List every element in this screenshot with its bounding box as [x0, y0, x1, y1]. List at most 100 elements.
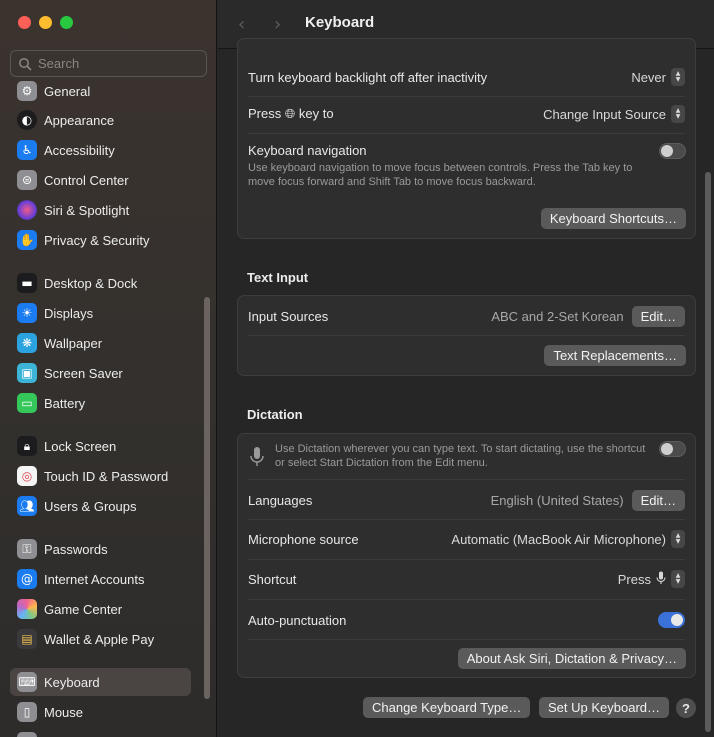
sun-icon: ☀ — [17, 303, 37, 323]
chevron-updown-icon: ▲ ▼ — [671, 105, 685, 123]
game-center-icon — [17, 599, 37, 619]
chevron-updown-icon: ▲ ▼ — [671, 530, 685, 548]
sidebar-item-label: Accessibility — [44, 142, 115, 158]
sidebar-item-battery[interactable]: ▭ Battery — [10, 389, 191, 417]
sidebar-item-label: Touch ID & Password — [44, 468, 169, 484]
sidebar-item-wallet-apple-pay[interactable]: ▤ Wallet & Apple Pay — [10, 625, 191, 653]
auto-punctuation-row: Auto-punctuation — [248, 609, 685, 631]
about-dictation-privacy-button[interactable]: About Ask Siri, Dictation & Privacy… — [457, 648, 686, 669]
forward-button[interactable]: › — [274, 14, 281, 35]
sidebar-item-label: Users & Groups — [44, 498, 137, 514]
sidebar-item-control-center[interactable]: ⊜ Control Center — [10, 166, 191, 194]
zoom-window-button[interactable] — [60, 16, 73, 29]
sidebar-item-label: Lock Screen — [44, 438, 117, 454]
keyboard-navigation-row: Keyboard navigation Use keyboard navigat… — [248, 143, 658, 189]
languages-edit-button[interactable]: Edit… — [631, 489, 685, 511]
dictation-toggle[interactable] — [659, 441, 686, 457]
dictation-section-title: Dictation — [247, 407, 303, 422]
wallpaper-icon: ❋ — [17, 333, 37, 353]
languages-value: English (United States) — [490, 492, 624, 508]
sidebar-item-label: Battery — [44, 395, 86, 411]
sidebar-item-label: General — [44, 83, 91, 99]
sidebar-item-privacy-security[interactable]: ✋ Privacy & Security — [10, 226, 191, 254]
change-keyboard-type-button[interactable]: Change Keyboard Type… — [363, 697, 531, 718]
system-settings-window: ⚙ General ◐ Appearance ♿ Accessibility ⊜… — [0, 0, 714, 737]
keyboard-navigation-toggle[interactable] — [659, 143, 686, 159]
sidebar-item-users-groups[interactable]: 👥︎ Users & Groups — [10, 492, 191, 520]
sidebar-item-wallpaper[interactable]: ❋ Wallpaper — [10, 329, 191, 357]
window-controls — [18, 16, 73, 29]
sidebar-item-touch-id-password[interactable]: ◎ Touch ID & Password — [10, 462, 191, 490]
backlight-row: Turn keyboard backlight off after inacti… — [248, 67, 685, 87]
search-input[interactable] — [38, 56, 198, 71]
sidebar-item-label: Siri & Spotlight — [44, 202, 130, 218]
sidebar-item-label: Passwords — [44, 541, 108, 557]
lock-icon: 🔒︎ — [17, 436, 37, 456]
sidebar-item-desktop-dock[interactable]: ▬ Desktop & Dock — [10, 269, 191, 297]
press-key-popup[interactable]: Change Input Source ▲ ▼ — [543, 105, 685, 123]
shortcut-popup[interactable]: Press ▲ ▼ — [618, 570, 685, 588]
screen-saver-icon: ▣ — [17, 363, 37, 383]
sidebar-item-label: Game Center — [44, 601, 123, 617]
sidebar-item-label: Desktop & Dock — [44, 275, 138, 291]
sidebar-item-internet-accounts[interactable]: @ Internet Accounts — [10, 565, 191, 593]
siri-icon — [17, 200, 37, 220]
divider — [248, 519, 685, 520]
languages-row: Languages English (United States) Edit… — [248, 489, 685, 511]
set-up-keyboard-button[interactable]: Set Up Keyboard… — [539, 697, 670, 718]
auto-punctuation-toggle[interactable] — [658, 612, 685, 628]
microphone-source-popup[interactable]: Automatic (MacBook Air Microphone) ▲ ▼ — [451, 530, 685, 548]
search-field[interactable] — [10, 50, 207, 77]
key-icon: ⚿ — [17, 539, 37, 559]
sidebar-item-siri-spotlight[interactable]: Siri & Spotlight — [10, 196, 191, 224]
backlight-label: Turn keyboard backlight off after inacti… — [248, 69, 488, 85]
divider — [248, 479, 685, 480]
page-title: Keyboard — [305, 14, 375, 31]
minimize-window-button[interactable] — [39, 16, 52, 29]
input-sources-edit-button[interactable]: Edit… — [631, 305, 685, 327]
chevron-updown-icon: ▲ ▼ — [671, 68, 685, 86]
keyboard-settings-panel: Turn keyboard backlight off after inacti… — [237, 38, 696, 239]
help-button[interactable]: ? — [676, 698, 696, 718]
mouse-icon: ▯ — [17, 702, 37, 722]
backlight-popup[interactable]: Never ▲ ▼ — [631, 68, 685, 86]
close-window-button[interactable] — [18, 16, 31, 29]
sidebar-item-label: Control Center — [44, 172, 129, 188]
sidebar-item-mouse[interactable]: ▯ Mouse — [10, 698, 191, 726]
sidebar-item-passwords[interactable]: ⚿ Passwords — [10, 535, 191, 563]
divider — [248, 599, 685, 600]
sidebar-item-label: Displays — [44, 305, 94, 321]
divider — [248, 96, 685, 97]
sidebar-item-accessibility[interactable]: ♿ Accessibility — [10, 136, 191, 164]
keyboard-shortcuts-button[interactable]: Keyboard Shortcuts… — [540, 208, 686, 229]
dock-icon: ▬ — [17, 273, 37, 293]
sidebar-item-game-center[interactable]: Game Center — [10, 595, 191, 623]
text-replacements-button[interactable]: Text Replacements… — [544, 345, 686, 366]
keyboard-icon: ⌨ — [17, 672, 37, 692]
divider — [248, 133, 685, 134]
sidebar-item-displays[interactable]: ☀ Displays — [10, 299, 191, 327]
appearance-icon: ◐ — [17, 110, 37, 130]
input-sources-controls: ABC and 2-Set Korean Edit… — [491, 305, 685, 327]
sidebar-item-label: Screen Saver — [44, 365, 123, 381]
keyboard-navigation-label: Keyboard navigation — [248, 143, 367, 158]
sidebar-item-lock-screen[interactable]: 🔒︎ Lock Screen — [10, 432, 191, 460]
microphone-icon — [249, 446, 265, 471]
sidebar-item-general[interactable]: ⚙ General — [10, 77, 191, 105]
globe-icon: 🌐︎ — [284, 107, 296, 122]
divider — [248, 639, 685, 640]
back-button[interactable]: ‹ — [238, 14, 245, 35]
sidebar-item-partial[interactable] — [10, 728, 191, 737]
languages-controls: English (United States) Edit… — [490, 489, 685, 511]
main-content: ‹ › Keyboard Turn keyboard backlight off… — [218, 0, 714, 737]
sidebar-item-screen-saver[interactable]: ▣ Screen Saver — [10, 359, 191, 387]
accessibility-icon: ♿ — [17, 140, 37, 160]
wallet-icon: ▤ — [17, 629, 37, 649]
sidebar-scrollbar[interactable] — [204, 297, 210, 699]
sidebar-item-label: Privacy & Security — [44, 232, 150, 248]
input-sources-value: ABC and 2-Set Korean — [491, 308, 624, 324]
sidebar-item-keyboard[interactable]: ⌨ Keyboard — [10, 668, 191, 696]
sidebar-item-label: Mouse — [44, 704, 84, 720]
main-scrollbar[interactable] — [705, 172, 711, 732]
sidebar-item-appearance[interactable]: ◐ Appearance — [10, 106, 191, 134]
